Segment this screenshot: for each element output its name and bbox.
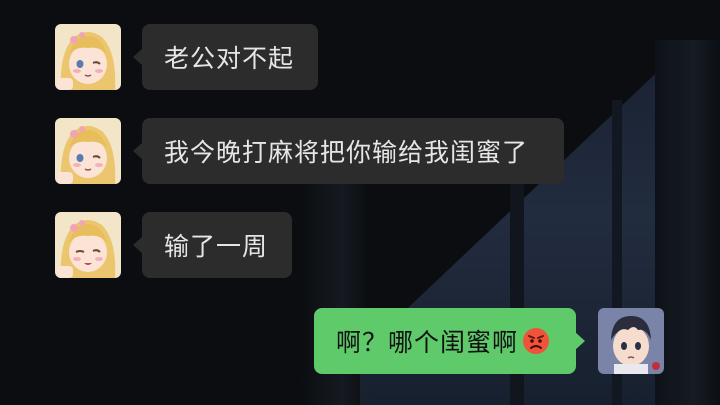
message-text: 我今晚打麻将把你输给我闺蜜了 bbox=[164, 138, 529, 167]
message-bubble[interactable]: 输了一周 bbox=[133, 212, 292, 278]
anime-girl-avatar-icon bbox=[55, 24, 121, 90]
anime-girl-avatar-icon bbox=[55, 212, 121, 278]
message-bubble[interactable]: 啊？哪个闺蜜啊 bbox=[314, 308, 585, 374]
background-curtain bbox=[655, 40, 720, 405]
message-text: 输了一周 bbox=[164, 232, 269, 261]
girlfriend-avatar[interactable] bbox=[55, 24, 121, 90]
angry-face-icon bbox=[522, 327, 550, 355]
boyfriend-avatar[interactable] bbox=[598, 308, 664, 374]
message-bubble[interactable]: 老公对不起 bbox=[133, 24, 318, 90]
message-text: 啊？哪个闺蜜啊 bbox=[336, 328, 519, 357]
anime-boy-avatar-icon bbox=[598, 308, 664, 374]
anime-girl-avatar-icon bbox=[55, 118, 121, 184]
message-text: 老公对不起 bbox=[164, 44, 295, 73]
girlfriend-avatar[interactable] bbox=[55, 118, 121, 184]
girlfriend-avatar[interactable] bbox=[55, 212, 121, 278]
message-bubble[interactable]: 我今晚打麻将把你输给我闺蜜了 bbox=[133, 118, 564, 184]
